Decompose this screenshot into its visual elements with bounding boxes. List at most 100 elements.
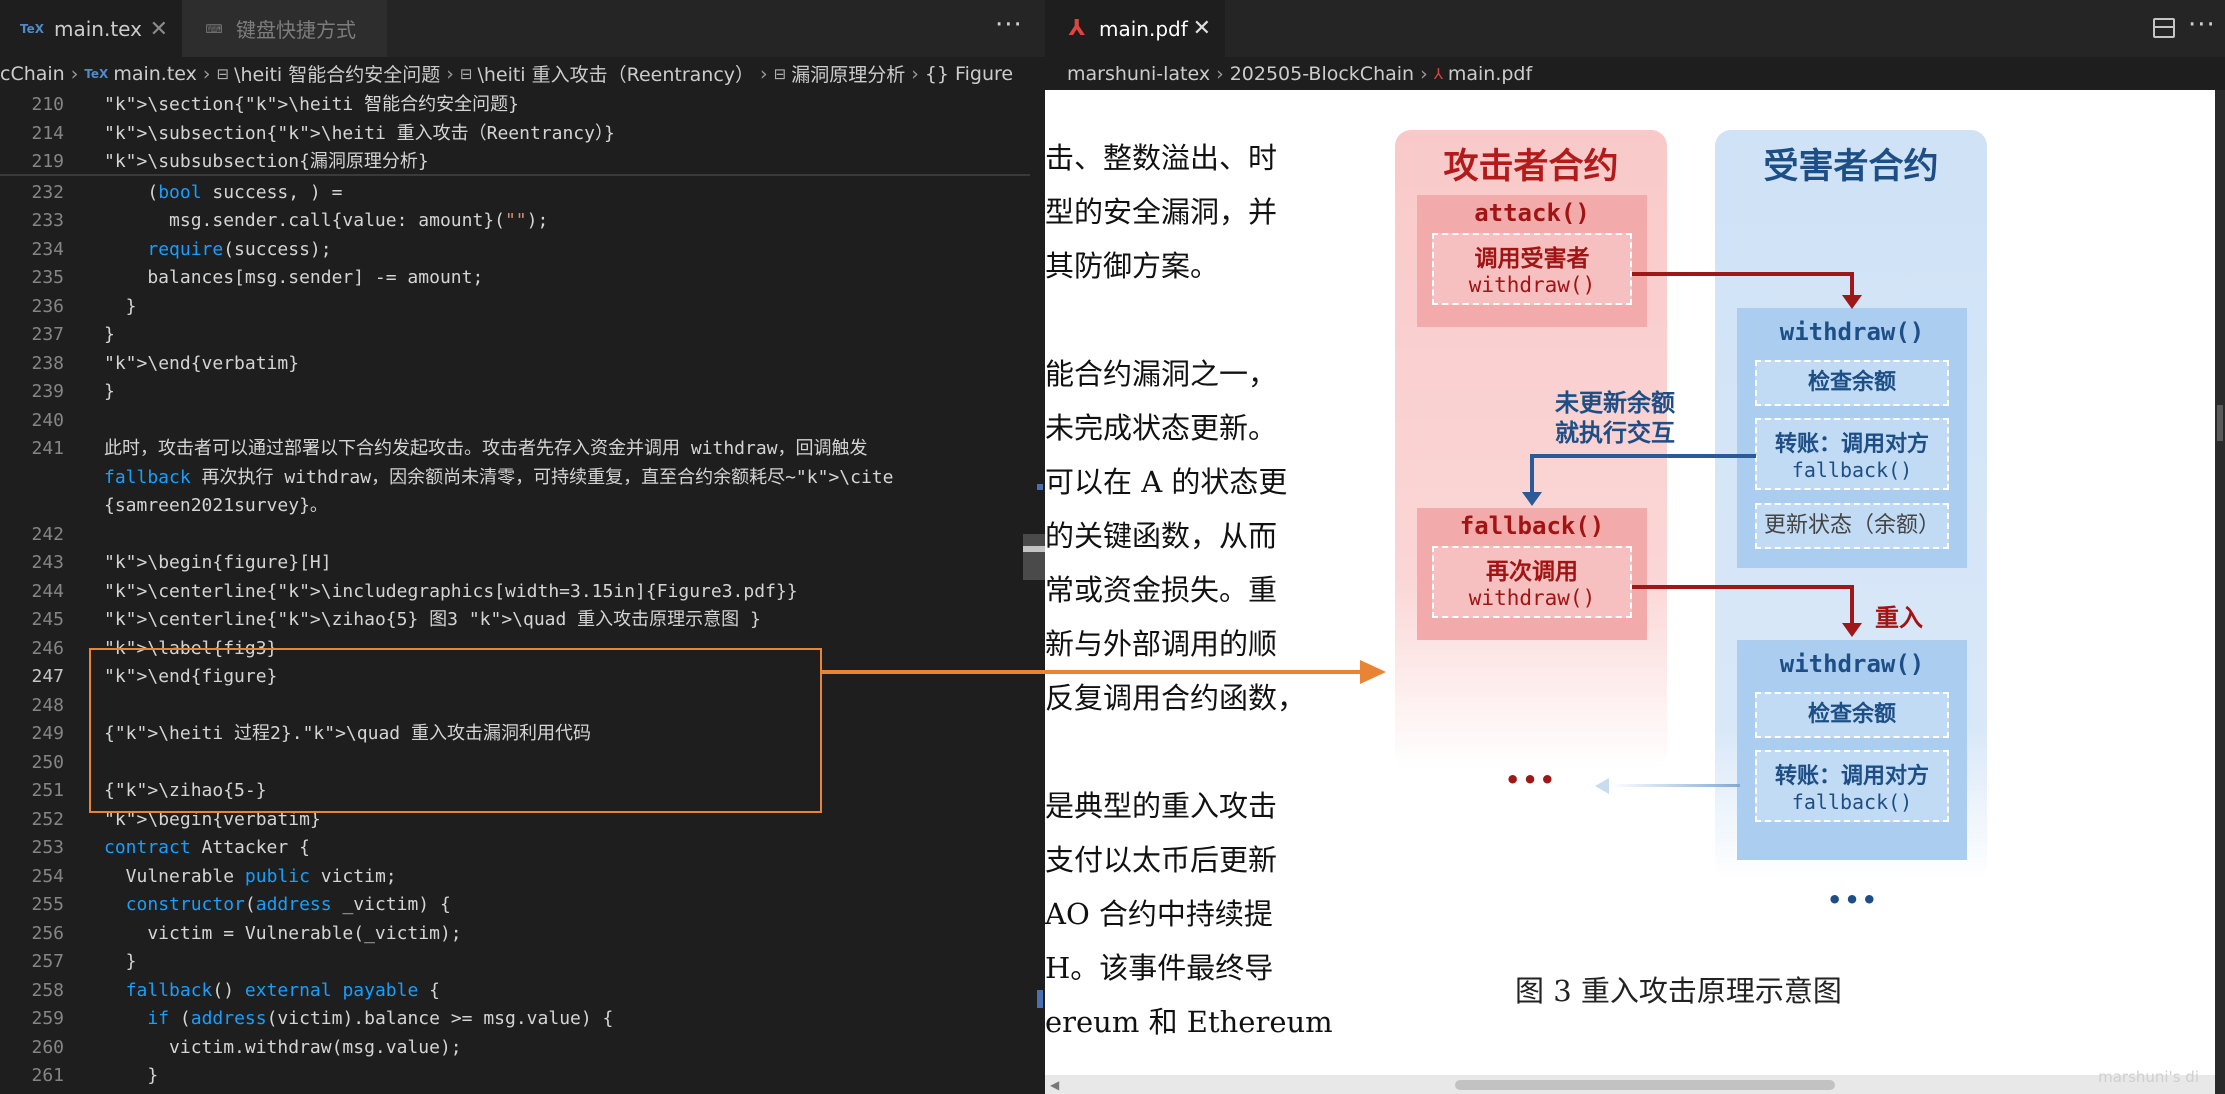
code-line[interactable]: 259 if (address(victim).balance >= msg.v… bbox=[0, 1005, 1030, 1034]
check-balance-box: 检查余额 bbox=[1755, 360, 1949, 406]
code-text: "k">\centerline{"k">\zihao{5} 图3 "k">\qu… bbox=[104, 609, 761, 630]
code-editor[interactable]: 210 "k">\section{"k">\heiti 智能合约安全问题} 214 "… bbox=[0, 90, 1045, 1094]
line-number: 261 bbox=[31, 1065, 64, 1086]
pdf-vertical-scrollbar[interactable] bbox=[2215, 90, 2225, 1075]
code-line[interactable]: 243 "k">\begin{figure}[H] bbox=[0, 549, 1030, 578]
pdf-text-line: 可以在 A 的状态更 bbox=[1045, 465, 1288, 499]
arrowhead bbox=[1595, 778, 1609, 794]
line-number: 241 bbox=[31, 438, 64, 459]
code-line[interactable]: 240 bbox=[0, 407, 1030, 436]
breadcrumb-item[interactable]: main.tex bbox=[113, 63, 197, 85]
code-text: } bbox=[104, 951, 137, 972]
code-line[interactable]: 241 此时，攻击者可以通过部署以下合约发起攻击。攻击者先存入资金并调用 with… bbox=[0, 435, 1030, 464]
pdf-text-line: 的关键函数，从而 bbox=[1045, 519, 1278, 553]
breadcrumb-item[interactable]: cChain bbox=[0, 63, 65, 85]
breadcrumb-item[interactable]: 202505-BlockChain bbox=[1230, 63, 1414, 85]
transfer-box: 转账：调用对方 fallback() bbox=[1755, 418, 1949, 490]
code-line[interactable]: 233 msg.sender.call{value: amount}(""); bbox=[0, 207, 1030, 236]
close-icon[interactable]: ✕ bbox=[150, 17, 168, 42]
line-number: 232 bbox=[31, 181, 64, 203]
arrowhead bbox=[1522, 492, 1542, 506]
pdf-text-line: 支付以太币后更新 bbox=[1045, 843, 1278, 877]
code-line[interactable]: 210 "k">\section{"k">\heiti 智能合约安全问题} bbox=[0, 91, 1030, 120]
line-number: 248 bbox=[31, 694, 64, 716]
line-number: 260 bbox=[31, 1036, 64, 1058]
line-number: 236 bbox=[31, 295, 64, 317]
code-text: "k">\subsection{"k">\heiti 重入攻击（Reentran… bbox=[104, 122, 615, 144]
close-icon[interactable]: ✕ bbox=[1193, 16, 1211, 41]
code-text: "k">\begin{figure}[H] bbox=[104, 552, 332, 573]
call-again-box: 再次调用 withdraw() bbox=[1432, 546, 1632, 618]
line-number: 251 bbox=[31, 780, 64, 801]
scroll-thumb[interactable] bbox=[1455, 1080, 1835, 1090]
breadcrumb-item[interactable]: {} Figure bbox=[925, 63, 1013, 85]
code-line[interactable]: 261 } bbox=[0, 1062, 1030, 1091]
breadcrumb-item[interactable]: marshuni-latex bbox=[1067, 63, 1210, 85]
tab-main-tex[interactable]: TeX main.tex ✕ bbox=[0, 0, 182, 57]
figure-caption: 图 3 重入攻击原理示意图 bbox=[1515, 974, 1842, 1008]
pdf-horizontal-scrollbar[interactable]: ◀ bbox=[1045, 1075, 2215, 1094]
victim-title: 受害者合约 bbox=[1763, 146, 1939, 187]
more-actions-icon[interactable]: ··· bbox=[2188, 10, 2216, 40]
breadcrumb-item[interactable]: 漏洞原理分析 bbox=[791, 60, 905, 87]
code-line[interactable]: 238 "k">\end{verbatim} bbox=[0, 350, 1030, 379]
breadcrumb-item[interactable]: \heiti 智能合约安全问题 bbox=[234, 60, 440, 87]
note-line-2: 就执行交互 bbox=[1555, 419, 1675, 447]
pdf-text-line: 反复调用合约函数， bbox=[1045, 681, 1307, 715]
breadcrumb: cChain › TeX main.tex › ⊟ \heiti 智能合约安全问… bbox=[0, 57, 1045, 90]
code-line[interactable]: 239} bbox=[0, 378, 1030, 407]
code-line[interactable]: 253 contract Attacker { bbox=[0, 834, 1030, 863]
scroll-thumb[interactable] bbox=[2217, 405, 2223, 441]
line-number: 257 bbox=[31, 951, 64, 972]
line-number: 246 bbox=[31, 637, 64, 659]
sticky-scroll-header[interactable]: 210 "k">\section{"k">\heiti 智能合约安全问题} 214 "… bbox=[0, 90, 1030, 176]
code-line[interactable]: 236 } bbox=[0, 293, 1030, 322]
tab-main-pdf[interactable]: ⅄ main.pdf ✕ bbox=[1045, 0, 1225, 57]
code-line[interactable]: fallback 再次执行 withdraw，因余额尚未清零，可持续重复，直至合… bbox=[0, 464, 1030, 493]
attacker-title: 攻击者合约 bbox=[1443, 146, 1619, 187]
tab-label: main.pdf bbox=[1099, 16, 1188, 41]
code-line[interactable]: 255 constructor(address _victim) { bbox=[0, 891, 1030, 920]
code-line[interactable]: 244 "k">\centerline{"k">\includegraphics[… bbox=[0, 578, 1030, 607]
scroll-thumb[interactable] bbox=[1023, 534, 1045, 580]
check-balance-box: 检查余额 bbox=[1755, 692, 1949, 738]
code-line[interactable]: 232 (bool success, ) = bbox=[0, 179, 1030, 208]
scroll-left-icon[interactable]: ◀ bbox=[1050, 1078, 1059, 1092]
attack-function: attack() bbox=[1474, 199, 1590, 227]
withdraw-function: withdraw() bbox=[1779, 650, 1925, 678]
pdf-text-line: 是典型的重入攻击 bbox=[1045, 789, 1278, 823]
line-number: 255 bbox=[31, 894, 64, 915]
call-victim-label: 调用受害者 bbox=[1474, 246, 1590, 272]
pdf-preview[interactable]: 击、整数溢出、时 型的安全漏洞，并 其防御方案。 能合约漏洞之一， 未完成状态更新。 可以… bbox=[1045, 90, 2225, 1094]
code-line[interactable]: 256 victim = Vulnerable(_victim); bbox=[0, 920, 1030, 949]
line-number: 234 bbox=[31, 238, 64, 260]
breadcrumb-item[interactable]: \heiti 重入攻击（Reentrancy） bbox=[477, 60, 754, 87]
code-line[interactable]: 257 } bbox=[0, 948, 1030, 977]
code-line[interactable]: 219 "k">\subsubsection{漏洞原理分析} bbox=[0, 148, 1030, 177]
editor-scrollbar[interactable] bbox=[1023, 90, 1045, 1094]
code-text: victim = Vulnerable(_victim); bbox=[104, 922, 462, 944]
withdraw-function: withdraw() bbox=[1779, 318, 1925, 346]
code-line[interactable]: 254 Vulnerable public victim; bbox=[0, 863, 1030, 892]
more-actions-icon[interactable]: ··· bbox=[995, 10, 1023, 40]
code-line[interactable]: 234 require(success); bbox=[0, 236, 1030, 265]
code-line[interactable]: 242 bbox=[0, 521, 1030, 550]
code-text: } bbox=[104, 324, 115, 345]
code-line[interactable]: 237} bbox=[0, 321, 1030, 350]
scroll-marker bbox=[1037, 990, 1043, 1008]
line-number: 240 bbox=[31, 409, 64, 431]
line-number: 259 bbox=[31, 1008, 64, 1029]
breadcrumb-item[interactable]: main.pdf bbox=[1448, 63, 1532, 85]
pdf-text-line: 新与外部调用的顺 bbox=[1045, 627, 1278, 661]
code-text: "k">\section{"k">\heiti 智能合约安全问题} bbox=[104, 94, 519, 115]
code-line[interactable]: 245 "k">\centerline{"k">\zihao{5} 图3 "k">… bbox=[0, 606, 1030, 635]
fallback-box: fallback() 再次调用 withdraw() bbox=[1417, 508, 1647, 640]
split-layout-icon[interactable] bbox=[2153, 18, 2175, 38]
code-line[interactable]: 214 "k">\subsection{"k">\heiti 重入攻击（Reent… bbox=[0, 120, 1030, 149]
code-line[interactable]: 235 balances[msg.sender] -= amount; bbox=[0, 264, 1030, 293]
code-line[interactable]: 260 victim.withdraw(msg.value); bbox=[0, 1034, 1030, 1063]
note-line-1: 未更新余额 bbox=[1555, 389, 1675, 417]
code-line[interactable]: {samreen2021survey}。 bbox=[0, 492, 1030, 521]
code-line[interactable]: 258 fallback() external payable { bbox=[0, 977, 1030, 1006]
tab-keyboard-shortcuts[interactable]: ⌨ 键盘快捷方式 bbox=[182, 0, 387, 57]
